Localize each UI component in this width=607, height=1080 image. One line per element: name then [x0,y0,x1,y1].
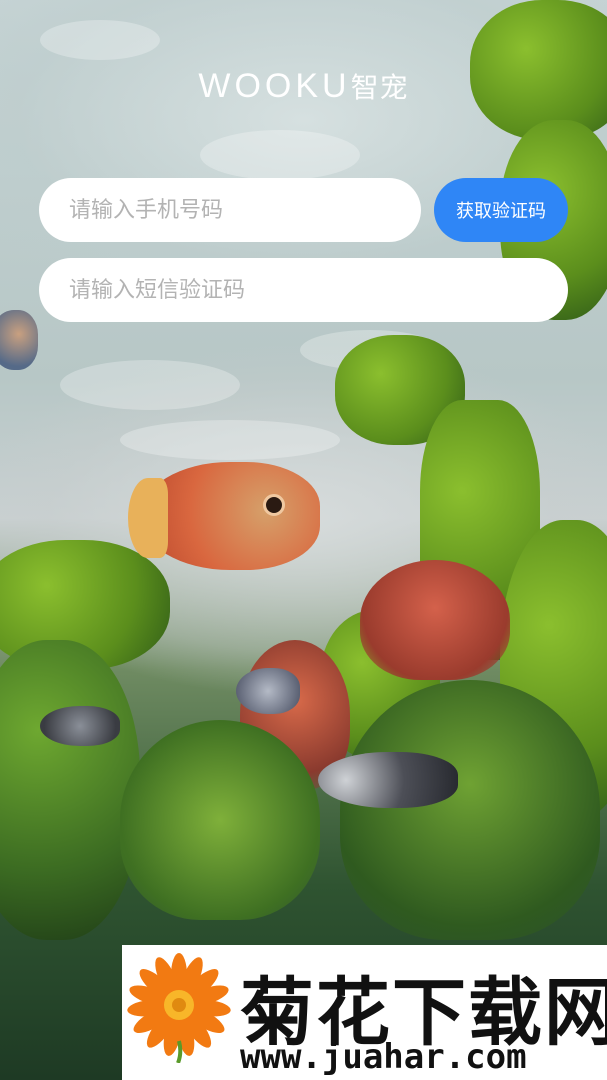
phone-field[interactable] [39,178,421,242]
watermark-url: www.juahar.com [240,1037,527,1077]
logo-brand: WOOKU [198,67,351,105]
sms-code-field[interactable] [39,258,568,322]
sms-code-input[interactable] [67,276,568,304]
get-verification-code-button[interactable]: 获取验证码 [434,178,568,242]
app-logo: WOOKU智宠 [0,66,607,106]
aquarium-background [0,0,607,1080]
flower-logo-icon [127,953,231,1063]
phone-input[interactable] [67,196,421,224]
watermark-banner: 菊花下载网 www.juahar.com [122,945,607,1080]
logo-brand-cn: 智宠 [350,71,409,104]
